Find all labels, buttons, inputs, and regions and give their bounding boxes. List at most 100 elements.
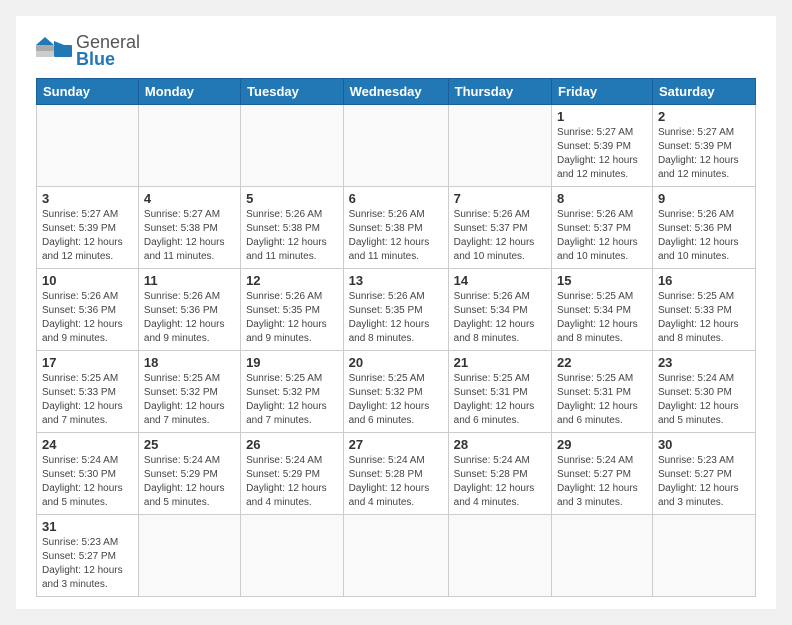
calendar-day-cell: 27Sunrise: 5:24 AMSunset: 5:28 PMDayligh… (343, 433, 448, 515)
day-info: Sunrise: 5:26 AMSunset: 5:38 PMDaylight:… (349, 208, 443, 264)
calendar-day-cell: 15Sunrise: 5:25 AMSunset: 5:34 PMDayligh… (552, 269, 653, 351)
day-number: 3 (42, 191, 133, 206)
weekday-header-monday: Monday (138, 79, 240, 105)
day-info: Sunrise: 5:27 AMSunset: 5:39 PMDaylight:… (658, 126, 750, 182)
weekday-header-saturday: Saturday (652, 79, 755, 105)
day-info: Sunrise: 5:26 AMSunset: 5:37 PMDaylight:… (454, 208, 546, 264)
calendar-day-cell: 21 Sunrise: 5:25 AMSunset: 5:31 PMDayligh… (448, 351, 551, 433)
day-info: Sunrise: 5:25 AMSunset: 5:32 PMDaylight:… (349, 372, 443, 428)
calendar-day-cell: 3 Sunrise: 5:27 AMSunset: 5:39 PMDaylight… (37, 187, 139, 269)
calendar-day-cell (241, 515, 344, 597)
day-info: Sunrise: 5:25 AMSunset: 5:33 PMDaylight:… (42, 372, 133, 428)
day-number: 20 (349, 355, 443, 370)
calendar-week-row: 31 Sunrise: 5:23 AMSunset: 5:27 PMDayligh… (37, 515, 756, 597)
day-number: 9 (658, 191, 750, 206)
day-info: Sunrise: 5:24 AMSunset: 5:27 PMDaylight:… (557, 454, 647, 510)
calendar-day-cell (448, 105, 551, 187)
calendar-day-cell: 26Sunrise: 5:24 AMSunset: 5:29 PMDayligh… (241, 433, 344, 515)
day-info: Sunrise: 5:23 AMSunset: 5:27 PMDaylight:… (658, 454, 750, 510)
day-info: Sunrise: 5:24 AMSunset: 5:28 PMDaylight:… (454, 454, 546, 510)
calendar-day-cell: 23 Sunrise: 5:24 AMSunset: 5:30 PMDayligh… (652, 351, 755, 433)
day-number: 18 (144, 355, 235, 370)
calendar-day-cell: 4 Sunrise: 5:27 AMSunset: 5:38 PMDaylight… (138, 187, 240, 269)
calendar-day-cell: 8 Sunrise: 5:26 AMSunset: 5:37 PMDaylight… (552, 187, 653, 269)
calendar-day-cell: 29 Sunrise: 5:24 AMSunset: 5:27 PMDayligh… (552, 433, 653, 515)
calendar-day-cell: 18 Sunrise: 5:25 AMSunset: 5:32 PMDayligh… (138, 351, 240, 433)
calendar-day-cell: 22 Sunrise: 5:25 AMSunset: 5:31 PMDayligh… (552, 351, 653, 433)
day-number: 25 (144, 437, 235, 452)
calendar-day-cell: 5 Sunrise: 5:26 AMSunset: 5:38 PMDaylight… (241, 187, 344, 269)
day-number: 5 (246, 191, 338, 206)
calendar-day-cell (241, 105, 344, 187)
calendar-page: General Blue SundayMondayTuesdayWednesda… (16, 16, 776, 609)
calendar-day-cell: 31 Sunrise: 5:23 AMSunset: 5:27 PMDayligh… (37, 515, 139, 597)
day-info: Sunrise: 5:25 AMSunset: 5:33 PMDaylight:… (658, 290, 750, 346)
calendar-day-cell: 1 Sunrise: 5:27 AMSunset: 5:39 PMDaylight… (552, 105, 653, 187)
day-info: Sunrise: 5:27 AMSunset: 5:38 PMDaylight:… (144, 208, 235, 264)
day-number: 10 (42, 273, 133, 288)
calendar-week-row: 24 Sunrise: 5:24 AMSunset: 5:30 PMDayligh… (37, 433, 756, 515)
calendar-day-cell (343, 515, 448, 597)
weekday-header-wednesday: Wednesday (343, 79, 448, 105)
calendar-day-cell (552, 515, 653, 597)
day-info: Sunrise: 5:23 AMSunset: 5:27 PMDaylight:… (42, 536, 133, 592)
day-number: 31 (42, 519, 133, 534)
calendar-week-row: 17Sunrise: 5:25 AMSunset: 5:33 PMDayligh… (37, 351, 756, 433)
day-number: 4 (144, 191, 235, 206)
weekday-header-tuesday: Tuesday (241, 79, 344, 105)
day-info: Sunrise: 5:26 AMSunset: 5:36 PMDaylight:… (42, 290, 133, 346)
day-info: Sunrise: 5:25 AMSunset: 5:32 PMDaylight:… (144, 372, 235, 428)
calendar-week-row: 3 Sunrise: 5:27 AMSunset: 5:39 PMDaylight… (37, 187, 756, 269)
day-number: 24 (42, 437, 133, 452)
day-info: Sunrise: 5:24 AMSunset: 5:30 PMDaylight:… (42, 454, 133, 510)
logo-icon (36, 37, 72, 65)
calendar-week-row: 1 Sunrise: 5:27 AMSunset: 5:39 PMDaylight… (37, 105, 756, 187)
calendar-day-cell: 24 Sunrise: 5:24 AMSunset: 5:30 PMDayligh… (37, 433, 139, 515)
day-info: Sunrise: 5:25 AMSunset: 5:32 PMDaylight:… (246, 372, 338, 428)
calendar-day-cell: 6Sunrise: 5:26 AMSunset: 5:38 PMDaylight… (343, 187, 448, 269)
calendar-day-cell: 16 Sunrise: 5:25 AMSunset: 5:33 PMDayligh… (652, 269, 755, 351)
calendar-day-cell: 25Sunrise: 5:24 AMSunset: 5:29 PMDayligh… (138, 433, 240, 515)
day-number: 21 (454, 355, 546, 370)
day-info: Sunrise: 5:24 AMSunset: 5:30 PMDaylight:… (658, 372, 750, 428)
page-header: General Blue (36, 32, 756, 70)
day-number: 7 (454, 191, 546, 206)
day-info: Sunrise: 5:26 AMSunset: 5:35 PMDaylight:… (349, 290, 443, 346)
day-info: Sunrise: 5:25 AMSunset: 5:31 PMDaylight:… (454, 372, 546, 428)
day-number: 22 (557, 355, 647, 370)
day-number: 29 (557, 437, 647, 452)
day-info: Sunrise: 5:25 AMSunset: 5:31 PMDaylight:… (557, 372, 647, 428)
day-info: Sunrise: 5:26 AMSunset: 5:36 PMDaylight:… (658, 208, 750, 264)
day-number: 1 (557, 109, 647, 124)
calendar-day-cell: 7 Sunrise: 5:26 AMSunset: 5:37 PMDaylight… (448, 187, 551, 269)
weekday-header-thursday: Thursday (448, 79, 551, 105)
day-info: Sunrise: 5:27 AMSunset: 5:39 PMDaylight:… (42, 208, 133, 264)
calendar-day-cell (138, 515, 240, 597)
calendar-day-cell: 30Sunrise: 5:23 AMSunset: 5:27 PMDayligh… (652, 433, 755, 515)
calendar-day-cell: 14Sunrise: 5:26 AMSunset: 5:34 PMDayligh… (448, 269, 551, 351)
day-info: Sunrise: 5:24 AMSunset: 5:29 PMDaylight:… (246, 454, 338, 510)
day-number: 2 (658, 109, 750, 124)
calendar-day-cell (343, 105, 448, 187)
weekday-header-sunday: Sunday (37, 79, 139, 105)
logo: General Blue (36, 32, 140, 70)
day-number: 13 (349, 273, 443, 288)
day-info: Sunrise: 5:26 AMSunset: 5:34 PMDaylight:… (454, 290, 546, 346)
day-number: 15 (557, 273, 647, 288)
calendar-day-cell (448, 515, 551, 597)
day-info: Sunrise: 5:26 AMSunset: 5:36 PMDaylight:… (144, 290, 235, 346)
day-info: Sunrise: 5:27 AMSunset: 5:39 PMDaylight:… (557, 126, 647, 182)
day-number: 23 (658, 355, 750, 370)
day-number: 8 (557, 191, 647, 206)
day-number: 16 (658, 273, 750, 288)
day-info: Sunrise: 5:26 AMSunset: 5:37 PMDaylight:… (557, 208, 647, 264)
day-number: 11 (144, 273, 235, 288)
day-number: 12 (246, 273, 338, 288)
weekday-header-row: SundayMondayTuesdayWednesdayThursdayFrid… (37, 79, 756, 105)
day-info: Sunrise: 5:26 AMSunset: 5:38 PMDaylight:… (246, 208, 338, 264)
calendar-day-cell: 10 Sunrise: 5:26 AMSunset: 5:36 PMDayligh… (37, 269, 139, 351)
day-number: 27 (349, 437, 443, 452)
calendar-day-cell: 2 Sunrise: 5:27 AMSunset: 5:39 PMDaylight… (652, 105, 755, 187)
calendar-day-cell: 20 Sunrise: 5:25 AMSunset: 5:32 PMDayligh… (343, 351, 448, 433)
calendar-day-cell: 17Sunrise: 5:25 AMSunset: 5:33 PMDayligh… (37, 351, 139, 433)
